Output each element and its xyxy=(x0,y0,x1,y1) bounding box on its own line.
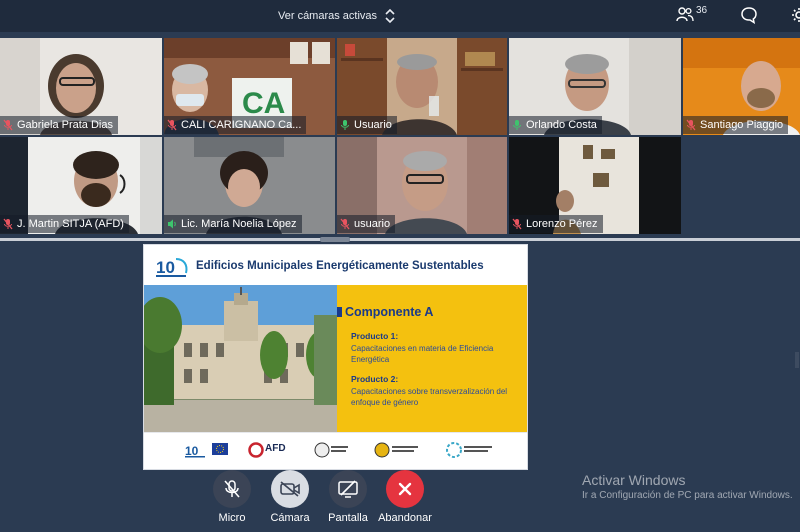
participant-name: Santiago Piaggio xyxy=(700,119,784,131)
anniversary-small-logo-icon: 10 xyxy=(185,444,205,458)
participant-name: Lorenzo Pérez xyxy=(526,218,598,230)
chat-bubble-icon xyxy=(741,7,757,24)
video-tile[interactable]: Orlando Costa xyxy=(509,38,681,135)
participant-nametag: usuario xyxy=(337,215,396,233)
mic-muted-icon xyxy=(512,218,522,230)
camera-button[interactable] xyxy=(271,470,309,508)
participant-nametag: Usuario xyxy=(337,116,397,134)
screen-share-button[interactable] xyxy=(329,470,367,508)
afd-logo-icon xyxy=(248,442,264,458)
close-icon xyxy=(398,482,412,496)
mic-on-icon xyxy=(513,120,521,130)
product2-text: Capacitaciones sobre transverzalización … xyxy=(351,387,508,407)
participant-nametag: Orlando Costa xyxy=(509,116,602,134)
video-grid: Gabriela Prata Dias CA CALI CARIGNANO Ca… xyxy=(0,38,800,234)
component-panel: Componente A Producto 1: Capacitaciones … xyxy=(337,285,527,432)
mic-muted-icon xyxy=(167,119,177,131)
view-toggle[interactable]: Ver cámaras activas xyxy=(278,7,395,25)
product2-title: Producto 2: xyxy=(351,374,399,384)
mic-on-icon xyxy=(341,120,349,130)
municipal-building-photo xyxy=(144,285,337,432)
mic-muted-icon xyxy=(340,218,350,230)
component-heading: Componente A xyxy=(345,305,434,319)
participant-name: J. Martin SITJA (AFD) xyxy=(17,218,124,230)
mic-muted-icon xyxy=(3,119,13,131)
participant-nametag: J. Martin SITJA (AFD) xyxy=(0,215,129,233)
afd-logo-text: AFD xyxy=(265,443,286,454)
view-toggle-label: Ver cámaras activas xyxy=(278,10,378,22)
gear-icon xyxy=(792,8,800,22)
mic-muted-icon xyxy=(3,218,13,230)
slide-header: 10 Edificios Municipales Energéticamente… xyxy=(144,245,527,285)
leave-label: Abandonar xyxy=(378,512,432,524)
participant-nametag: Lic. María Noelia López xyxy=(164,215,302,233)
participant-nametag: CALI CARIGNANO Ca... xyxy=(164,116,307,134)
product1-text: Capacitaciones en materia de Eficiencia … xyxy=(351,344,494,364)
leave-control[interactable]: Abandonar xyxy=(370,470,440,524)
screen-share-off-icon xyxy=(338,480,358,498)
windows-activation-text: Ir a Configuración de PC para activar Wi… xyxy=(582,490,793,501)
svg-text:10: 10 xyxy=(156,258,175,277)
video-tile[interactable]: Lorenzo Pérez xyxy=(509,137,681,234)
sponsor-logos: 10 AFD xyxy=(144,432,527,469)
participant-name: CALI CARIGNANO Ca... xyxy=(181,119,302,131)
svg-text:10: 10 xyxy=(185,444,199,458)
chat-button[interactable] xyxy=(740,6,758,24)
camera-off-icon xyxy=(280,481,300,497)
video-tile[interactable]: Santiago Piaggio xyxy=(683,38,800,135)
video-tile[interactable]: Usuario xyxy=(337,38,507,135)
participant-count: 36 xyxy=(696,4,708,16)
panel-marker xyxy=(337,307,342,317)
participant-name: usuario xyxy=(354,218,391,230)
resize-handle[interactable] xyxy=(320,237,350,242)
anniversary-logo-icon: 10 xyxy=(156,258,188,277)
shared-screen: 10 Edificios Municipales Energéticamente… xyxy=(143,244,528,470)
mic-button[interactable] xyxy=(213,470,251,508)
people-icon xyxy=(676,7,694,22)
settings-button[interactable] xyxy=(790,6,800,24)
university-seal-icon xyxy=(314,442,348,458)
video-tile[interactable]: Gabriela Prata Dias xyxy=(0,38,162,135)
product1-title: Producto 1: xyxy=(351,331,399,341)
speaker-active-icon xyxy=(168,219,176,229)
participant-name: Orlando Costa xyxy=(526,119,597,131)
top-bar: Ver cámaras activas 36 xyxy=(0,0,800,32)
participants-button[interactable]: 36 xyxy=(676,4,708,22)
participant-nametag: Lorenzo Pérez xyxy=(509,215,603,233)
participant-nametag: Santiago Piaggio xyxy=(683,116,789,134)
video-tile[interactable]: CA CALI CARIGNANO Ca... xyxy=(164,38,335,135)
leave-button[interactable] xyxy=(386,470,424,508)
video-tile[interactable]: usuario xyxy=(337,137,507,234)
stage-divider xyxy=(0,238,800,241)
video-tile[interactable]: Lic. María Noelia López xyxy=(164,137,335,234)
participant-nametag: Gabriela Prata Dias xyxy=(0,116,118,134)
chevron-updown-icon xyxy=(385,8,395,24)
participant-name: Gabriela Prata Dias xyxy=(17,119,113,131)
mic-muted-icon xyxy=(686,119,696,131)
slide-title: Edificios Municipales Energéticamente Su… xyxy=(196,260,484,272)
eu-flag-icon xyxy=(212,443,228,455)
scrollbar-thumb[interactable] xyxy=(795,352,799,368)
windows-activation-title: Activar Windows xyxy=(582,472,686,488)
video-tile[interactable]: J. Martin SITJA (AFD) xyxy=(0,137,162,234)
mic-off-icon xyxy=(224,480,240,498)
participant-name: Lic. María Noelia López xyxy=(181,218,297,230)
participant-name: Usuario xyxy=(354,119,392,131)
municipal-network-logo-icon xyxy=(374,442,418,458)
energy-efficiency-logo-icon xyxy=(446,442,492,458)
